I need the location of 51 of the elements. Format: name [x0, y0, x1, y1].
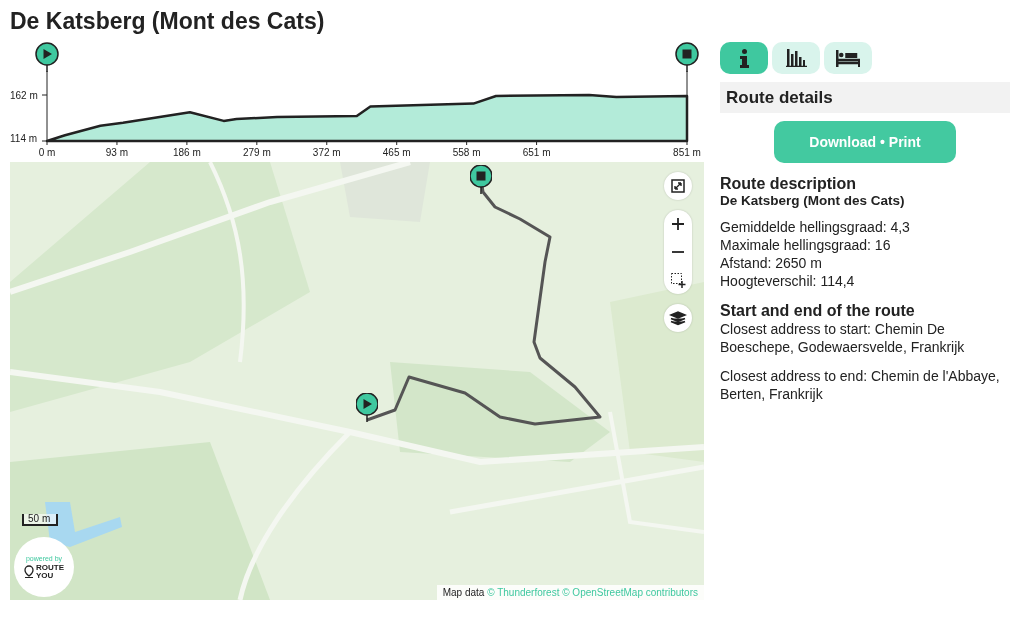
route-stat: Afstand: 2650 m: [720, 254, 823, 272]
route-stat: Hoogteverschil: 114,4: [720, 272, 856, 290]
info-tab[interactable]: [720, 42, 768, 74]
y-tick-label: 162 m: [10, 90, 38, 101]
bar-chart-tab[interactable]: [772, 42, 820, 74]
x-tick-label: 0 m: [38, 147, 56, 158]
logo-wordmark: ROUTE YOU: [36, 563, 64, 580]
y-tick-label: 114 m: [10, 133, 38, 144]
x-tick-label: 651 m: [522, 147, 551, 158]
section-title: Route description: [720, 175, 857, 193]
section-title: Start and end of the route: [720, 302, 916, 320]
download-print-button[interactable]: Download • Print: [774, 121, 956, 163]
x-tick: 0 m: [38, 140, 56, 158]
x-tick-label: 465 m: [382, 147, 411, 158]
info-icon: [739, 48, 749, 68]
address-text: Closest address to end: Chemin de l'Abbaye, Berten, Frankrijk: [720, 367, 1001, 403]
x-tick-label: 279 m: [242, 147, 271, 158]
map-scale: 50 m: [22, 514, 59, 526]
box-zoom-icon: [669, 271, 687, 289]
x-tick-label: 372 m: [312, 147, 341, 158]
fullscreen-icon: [669, 177, 687, 195]
route-stat: Maximale hellingsgraad: 16: [720, 236, 892, 254]
pin-icon: [24, 565, 34, 578]
layers-icon: [669, 309, 687, 327]
route-stat: Gemiddelde hellingsgraad: 4,3: [720, 218, 911, 236]
x-tick-label: 186 m: [172, 147, 201, 158]
end-marker-icon: [470, 165, 492, 197]
x-tick-label: 558 m: [452, 147, 481, 158]
x-tick: 372 m: [312, 140, 341, 158]
zoom-in-icon: [672, 218, 684, 230]
attribution-link[interactable]: © Thunderforest: [487, 587, 560, 598]
attribution-link[interactable]: © OpenStreetMap contributors: [562, 587, 698, 598]
x-tick: 93 m: [105, 140, 129, 158]
x-tick-label: 851 m: [673, 147, 701, 158]
x-tick: 558 m: [452, 140, 481, 158]
bed-icon: [835, 49, 861, 67]
x-tick: 651 m: [522, 140, 551, 158]
address-text: Closest address to start: Chemin De Boeschepe, Godewaersvelde, Frankrijk: [720, 320, 966, 356]
section-header: Route details: [720, 82, 1010, 113]
start-marker-icon: [356, 393, 378, 425]
end-marker-icon: [675, 42, 699, 96]
x-tick: 186 m: [173, 140, 201, 158]
page-title: De Katsberg (Mont des Cats): [10, 8, 326, 35]
attribution-label: Map data: [442, 587, 485, 598]
x-tick: 279 m: [242, 140, 271, 158]
route-name: De Katsberg (Mont des Cats): [720, 193, 906, 208]
bar-chart-icon: [785, 49, 807, 67]
x-tick: 465 m: [382, 140, 411, 158]
x-tick: 851 m: [673, 140, 701, 158]
x-tick-label: 93 m: [105, 147, 129, 158]
bed-tab[interactable]: [824, 42, 872, 74]
